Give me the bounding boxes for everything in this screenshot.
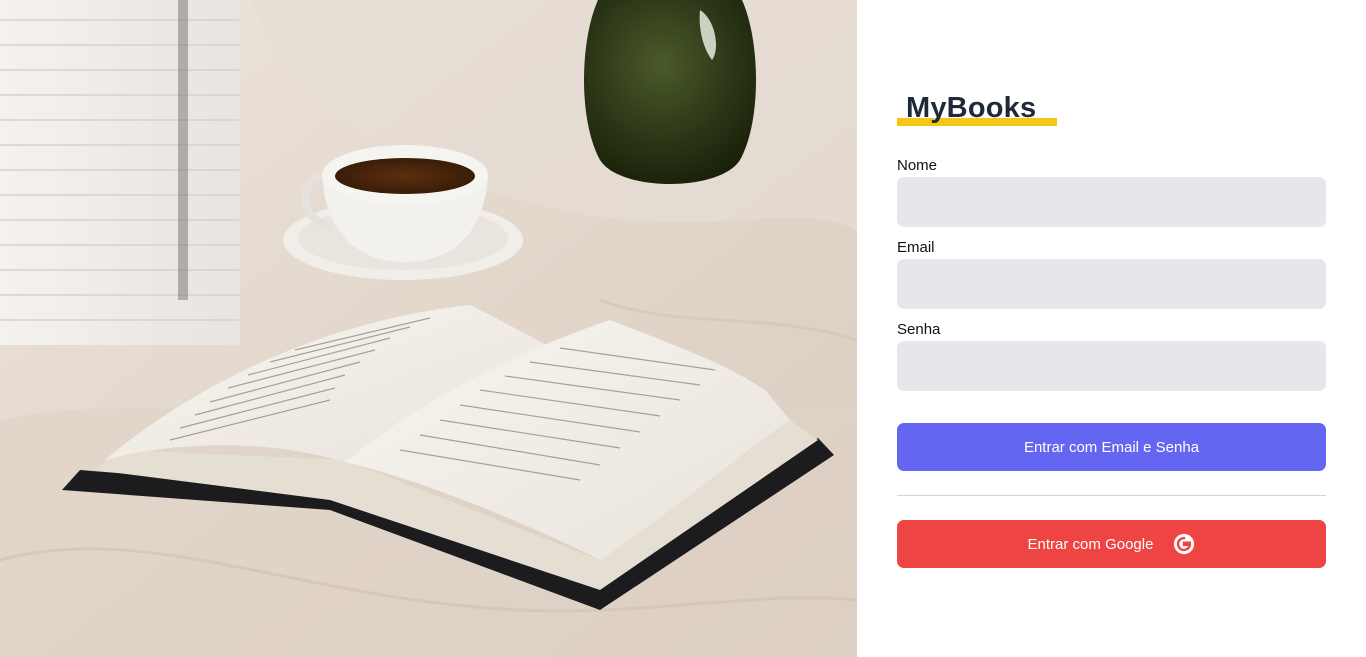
email-label: Email: [897, 239, 935, 256]
login-panel: MyBooks Nome Email Senha Entrar com Emai…: [857, 0, 1366, 657]
password-label: Senha: [897, 321, 941, 338]
email-login-button[interactable]: Entrar com Email e Senha: [897, 423, 1326, 471]
name-label: Nome: [897, 157, 938, 174]
brand-logo: MyBooks: [897, 90, 1057, 130]
name-input[interactable]: [897, 177, 1326, 227]
email-login-label: Entrar com Email e Senha: [1023, 438, 1200, 456]
google-login-label: Entrar com Google: [1027, 535, 1154, 553]
password-input[interactable]: [897, 341, 1326, 391]
google-icon: [1173, 533, 1195, 555]
google-login-button[interactable]: Entrar com Google: [897, 520, 1326, 568]
hero-image: [0, 0, 857, 657]
brand-title: MyBooks: [906, 92, 1037, 124]
email-input[interactable]: [897, 259, 1326, 309]
divider: [897, 495, 1326, 496]
